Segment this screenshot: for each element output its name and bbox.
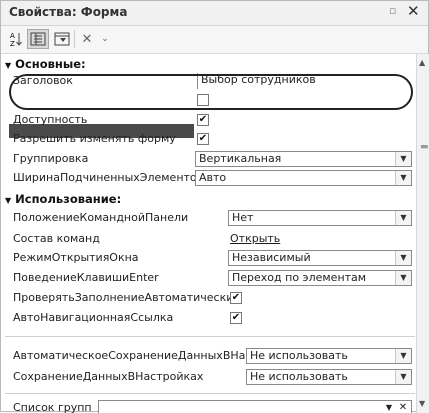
highlight-annotation bbox=[9, 74, 413, 110]
filter-icon[interactable] bbox=[52, 29, 72, 49]
commands-open-link[interactable]: Открыть bbox=[230, 232, 280, 245]
sort-alpha-icon[interactable]: AZ bbox=[7, 29, 25, 49]
save-settings-label: СохранениеДанныхВНастройках bbox=[13, 370, 204, 383]
chevron-down-icon[interactable]: ▼ bbox=[395, 370, 411, 384]
window-mode-value: Независимый bbox=[232, 251, 311, 264]
allow-change-form-checkbox[interactable]: ✔ bbox=[197, 133, 209, 145]
scroll-up-icon[interactable]: ▲ bbox=[419, 58, 425, 67]
svg-text:Z: Z bbox=[10, 40, 15, 47]
check-fill-label: ПроверятьЗаполнениеАвтоматически bbox=[13, 291, 234, 304]
chevron-down-icon[interactable]: ▼ bbox=[395, 152, 411, 166]
enter-behavior-value: Переход по элементам bbox=[232, 271, 367, 284]
close-icon[interactable]: ✕ bbox=[407, 2, 420, 20]
enter-behavior-select[interactable]: Переход по элементам ▼ bbox=[228, 270, 412, 286]
autonav-link-label: АвтоНавигационнаяСсылка bbox=[13, 311, 174, 324]
command-panel-position-label: ПоложениеКоманднойПанели bbox=[13, 211, 189, 224]
autosave-select[interactable]: Не использовать ▼ bbox=[246, 348, 412, 364]
commands-label: Состав команд bbox=[13, 232, 100, 245]
clear-icon[interactable]: ✕ bbox=[397, 401, 409, 413]
section-usage-title: Использование: bbox=[15, 192, 122, 206]
toolbar: AZ ✕ ⌄ bbox=[1, 26, 428, 54]
section-main-title: Основные: bbox=[15, 57, 86, 71]
chevron-down-icon[interactable]: ▼ bbox=[395, 211, 411, 225]
autosave-label: АвтоматическоеСохранениеДанныхВНас bbox=[13, 349, 252, 362]
section-usage-header[interactable]: ▼ Использование: bbox=[5, 192, 121, 206]
command-panel-position-select[interactable]: Нет ▼ bbox=[228, 210, 412, 226]
check-fill-checkbox[interactable]: ✔ bbox=[230, 292, 242, 304]
dropdown-icon[interactable]: ⌄ bbox=[98, 29, 112, 49]
section-main-header[interactable]: ▼ Основные: bbox=[5, 57, 86, 71]
availability-checkbox[interactable]: ✔ bbox=[197, 114, 209, 126]
chevron-down-icon[interactable]: ▼ bbox=[395, 171, 411, 185]
command-panel-position-value: Нет bbox=[232, 211, 254, 224]
pin-icon[interactable]: ▫ bbox=[389, 4, 396, 17]
chevron-down-icon[interactable]: ▼ bbox=[395, 251, 411, 265]
child-width-select[interactable]: Авто ▼ bbox=[195, 170, 412, 186]
scroll-thumb[interactable]: ▬ bbox=[420, 142, 429, 152]
enter-behavior-label: ПоведениеКлавишиEnter bbox=[13, 271, 159, 284]
child-width-label: ШиринаПодчиненныхЭлементов bbox=[13, 171, 204, 184]
grouping-value: Вертикальная bbox=[199, 152, 282, 165]
grouping-select[interactable]: Вертикальная ▼ bbox=[195, 151, 412, 167]
chevron-down-icon[interactable]: ▼ bbox=[395, 271, 411, 285]
window-mode-label: РежимОткрытияОкна bbox=[13, 251, 139, 264]
scroll-down-icon[interactable]: ▼ bbox=[419, 399, 425, 408]
availability-label: Доступность bbox=[13, 113, 88, 126]
toolbar-separator bbox=[74, 30, 75, 48]
divider bbox=[5, 336, 415, 337]
divider bbox=[5, 393, 415, 394]
group-list-field[interactable]: ▼ ✕ bbox=[98, 400, 412, 413]
chevron-down-icon[interactable]: ▼ bbox=[395, 349, 411, 363]
autosave-value: Не использовать bbox=[250, 349, 348, 362]
title-bar: Свойства: Форма ▫ ✕ bbox=[1, 1, 428, 26]
allow-change-form-label: Разрешить изменять форму bbox=[13, 132, 176, 145]
categorized-icon[interactable] bbox=[27, 29, 49, 49]
group-list-label: Список групп bbox=[13, 401, 92, 413]
properties-window: Свойства: Форма ▫ ✕ AZ ✕ ⌄ ▼ Основные: З… bbox=[0, 0, 429, 413]
grouping-label: Группировка bbox=[13, 152, 89, 165]
vertical-scrollbar[interactable]: ▲ ▬ ▼ bbox=[416, 54, 429, 413]
window-mode-select[interactable]: Независимый ▼ bbox=[228, 250, 412, 266]
autonav-link-checkbox[interactable]: ✔ bbox=[230, 312, 242, 324]
child-width-value: Авто bbox=[199, 171, 227, 184]
collapse-icon[interactable]: ▼ bbox=[5, 196, 11, 205]
clear-icon[interactable]: ✕ bbox=[79, 29, 95, 49]
svg-text:A: A bbox=[10, 32, 15, 40]
collapse-icon[interactable]: ▼ bbox=[5, 61, 11, 70]
save-settings-select[interactable]: Не использовать ▼ bbox=[246, 369, 412, 385]
window-title: Свойства: Форма bbox=[9, 5, 128, 19]
chevron-down-icon[interactable]: ▼ bbox=[383, 401, 395, 413]
save-settings-value: Не использовать bbox=[250, 370, 348, 383]
